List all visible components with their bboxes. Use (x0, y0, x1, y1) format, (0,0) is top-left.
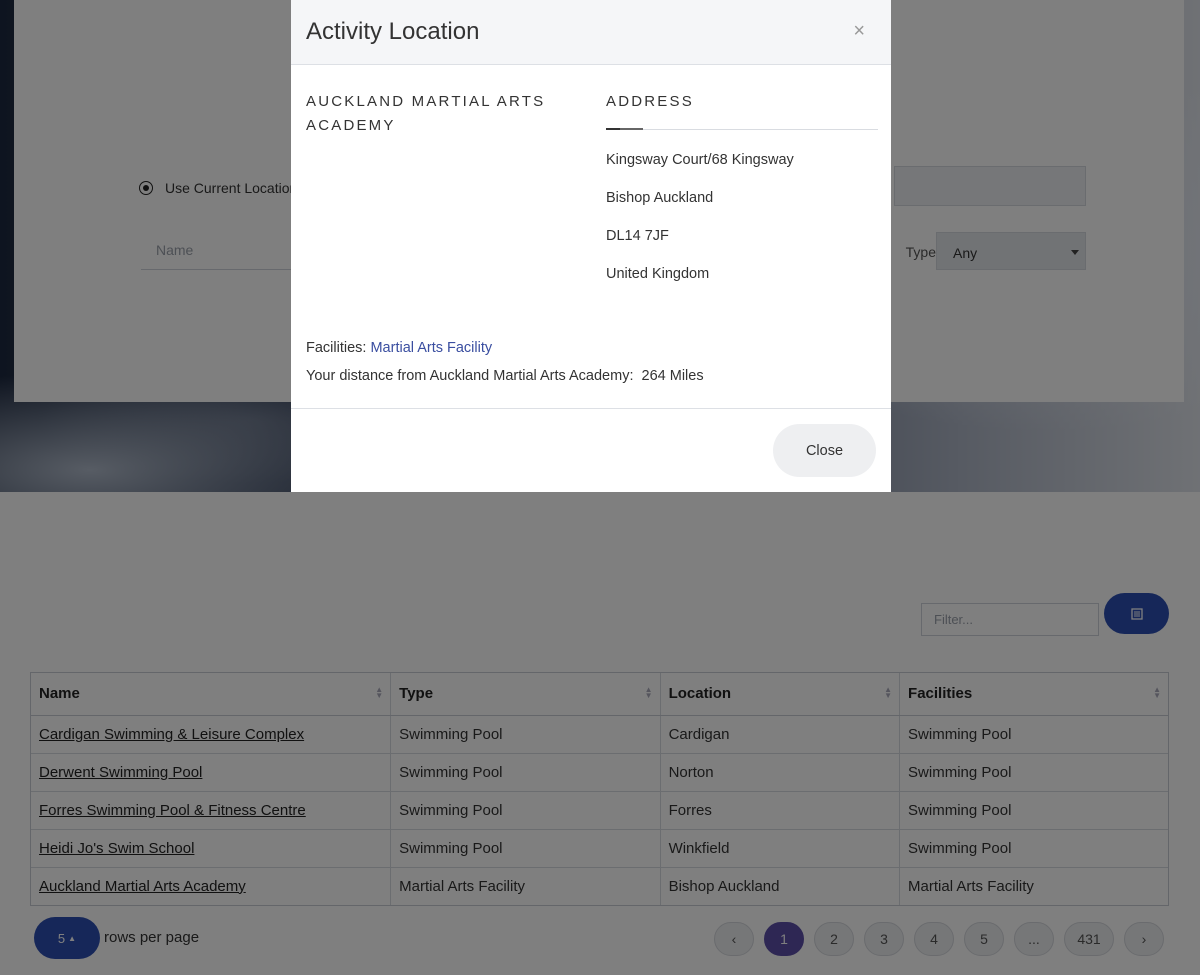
address-heading: ADDRESS (606, 93, 694, 110)
modal-title: Activity Location (306, 18, 480, 45)
venue-name: AUCKLAND MARTIAL ARTS ACADEMY (306, 93, 546, 134)
facilities-row: Facilities: Martial Arts Facility (306, 340, 492, 356)
facilities-link[interactable]: Martial Arts Facility (370, 340, 492, 356)
modal-header: Activity Location × (291, 0, 891, 65)
address-line: DL14 7JF (606, 228, 669, 244)
close-button[interactable]: Close (773, 424, 876, 477)
address-line: Kingsway Court/68 Kingsway (606, 152, 794, 168)
modal-footer: Close (291, 408, 891, 492)
distance-text: Your distance from Auckland Martial Arts… (306, 368, 704, 384)
divider (606, 128, 878, 130)
address-block: ADDRESS Kingsway Court/68 Kingsway Bisho… (606, 90, 878, 293)
close-icon[interactable]: × (853, 21, 865, 41)
address-line: Bishop Auckland (606, 190, 714, 206)
facilities-label: Facilities: (306, 340, 367, 356)
address-line: United Kingdom (606, 266, 710, 282)
activity-location-modal: Activity Location × AUCKLAND MARTIAL ART… (291, 0, 891, 492)
